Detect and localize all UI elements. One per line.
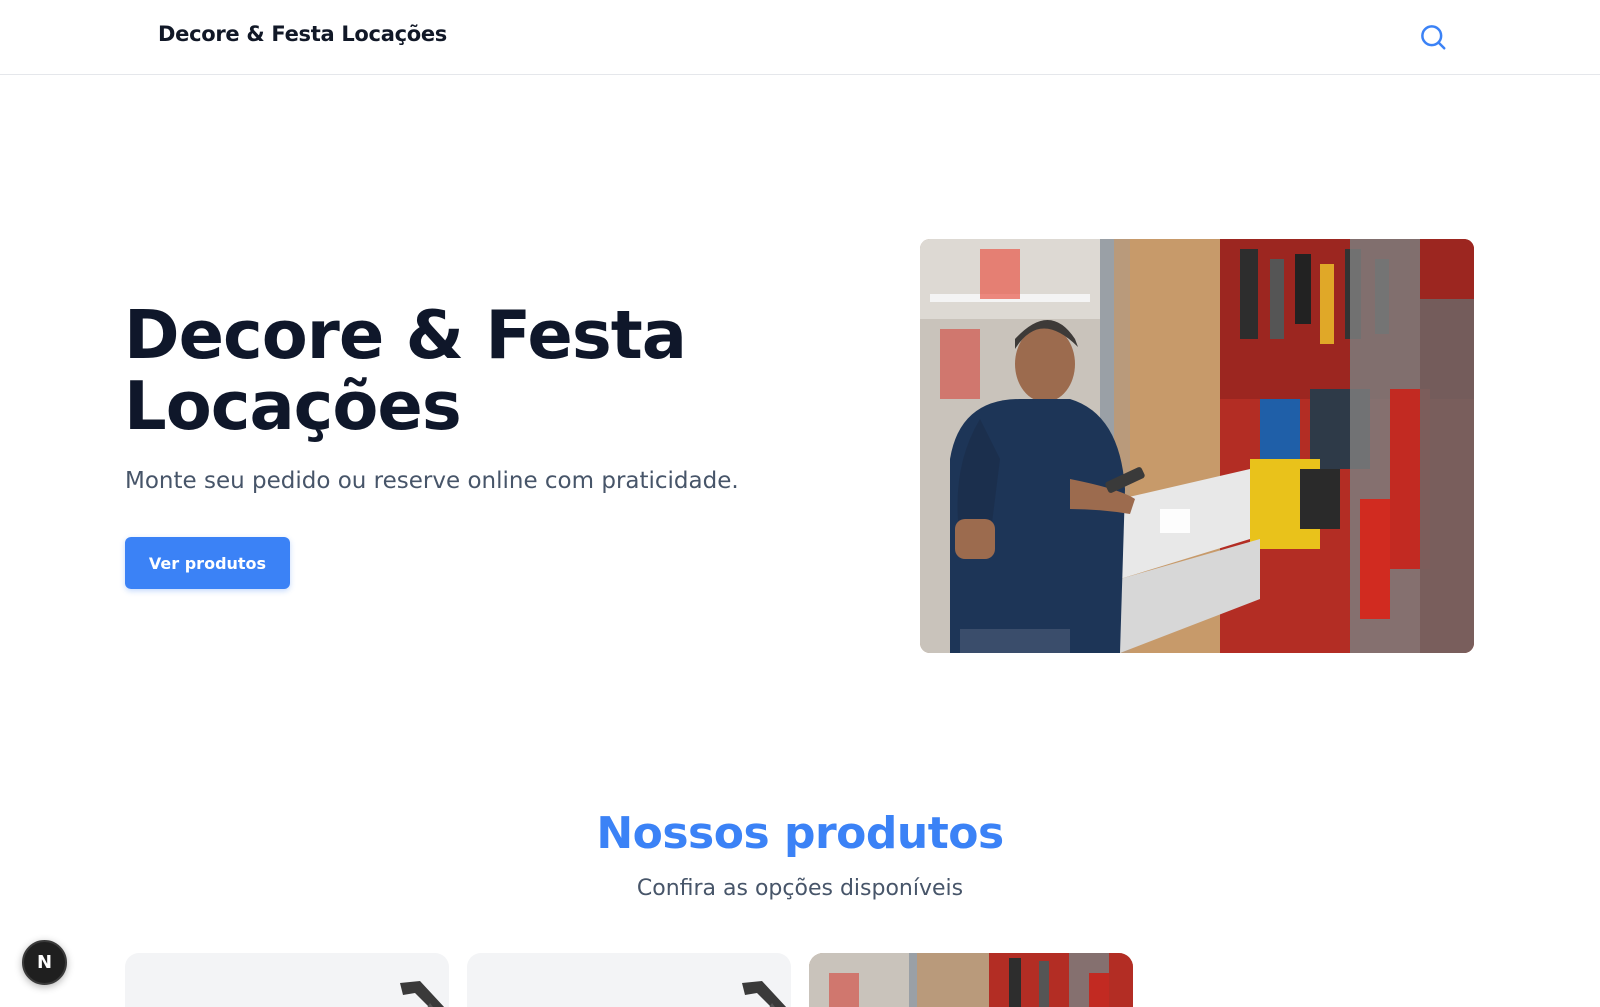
section-subtitle: Confira as opções disponíveis	[636, 876, 964, 901]
search-icon	[1421, 25, 1446, 50]
hero-title: Decore & Festa Locações	[124, 296, 687, 445]
product-card[interactable]	[467, 953, 791, 1007]
site-header: Decore & Festa Locações	[0, 0, 1600, 75]
dev-badge-label: N	[36, 952, 53, 973]
drill-icon	[400, 981, 445, 1007]
dev-tools-badge[interactable]: N	[22, 940, 67, 985]
hero-subtitle: Monte seu pedido ou reserve online com p…	[125, 468, 739, 494]
drill-icon	[742, 981, 787, 1007]
product-image	[809, 953, 1133, 1007]
search-button[interactable]	[1418, 22, 1448, 52]
view-products-button[interactable]: Ver produtos	[125, 537, 290, 589]
section-title: Nossos produtos	[596, 808, 1004, 859]
product-card[interactable]	[125, 953, 449, 1007]
brand-logo-text[interactable]: Decore & Festa Locações	[158, 22, 447, 46]
product-card[interactable]	[809, 953, 1133, 1007]
hero-image	[920, 239, 1474, 653]
